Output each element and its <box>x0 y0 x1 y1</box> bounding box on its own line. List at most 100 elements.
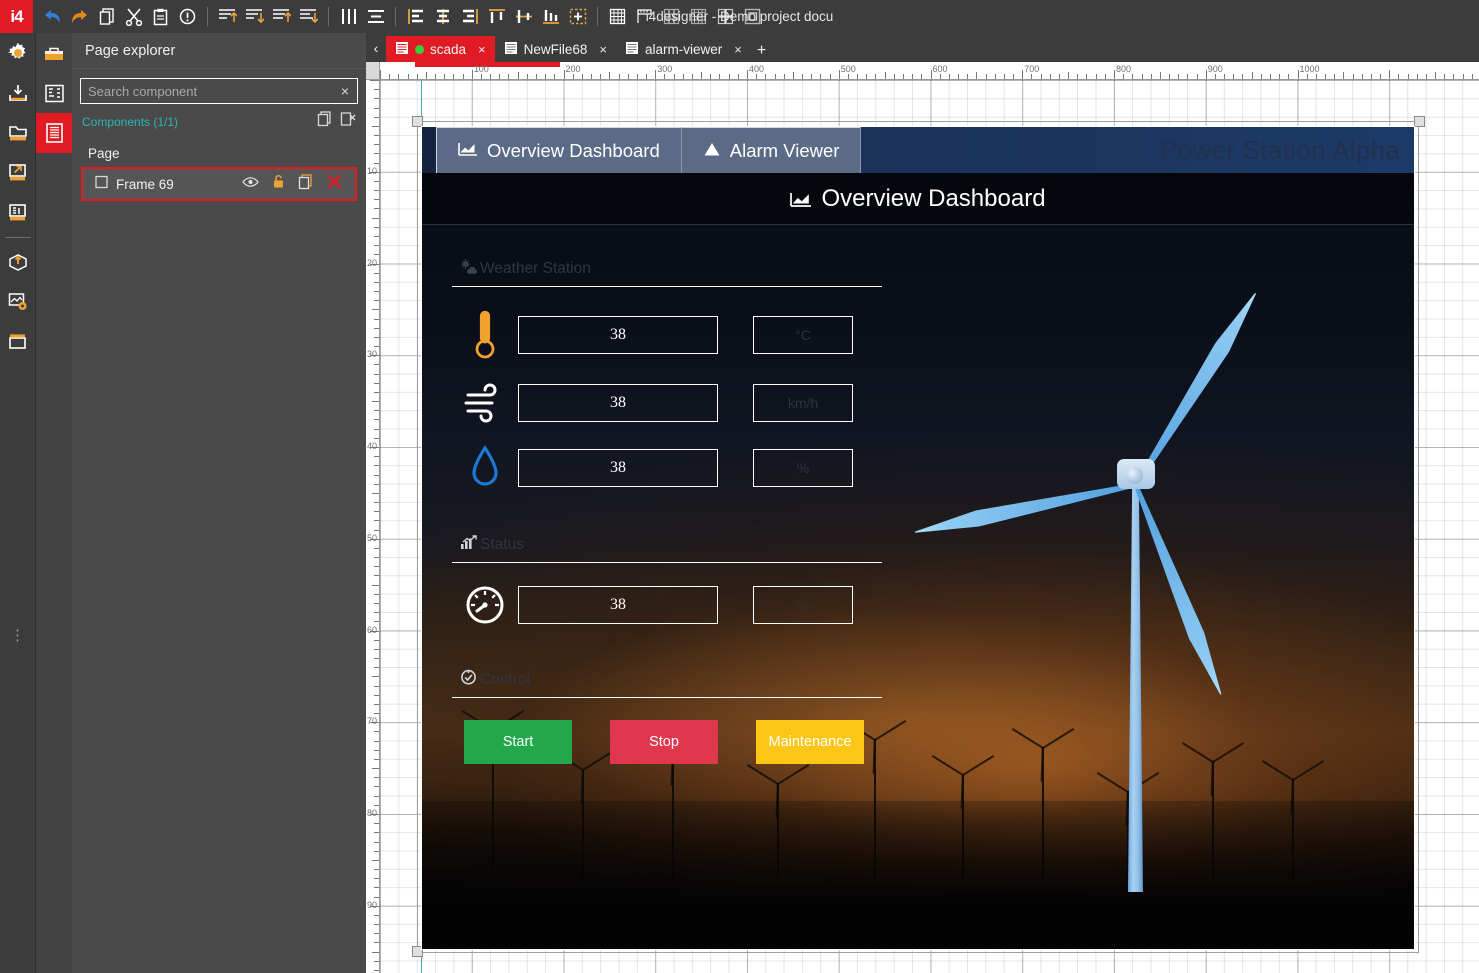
tab-alarm-viewer[interactable]: alarm-viewer × <box>616 36 751 62</box>
ruler-tick <box>563 70 565 79</box>
tab-close-icon[interactable]: × <box>734 42 742 57</box>
align-right-edge-icon[interactable] <box>296 3 321 30</box>
redo-icon[interactable] <box>67 3 92 30</box>
vertical-ruler[interactable]: 10 20 30 40 50 60 70 80 90 <box>366 80 380 973</box>
thermometer-icon <box>452 309 518 361</box>
rail-export[interactable] <box>0 153 36 193</box>
ruler-tick <box>1334 74 1336 79</box>
tab-close-icon[interactable]: × <box>478 42 486 57</box>
lock-icon[interactable] <box>272 174 285 194</box>
hmi-tabbar: Overview Dashboard Alarm Viewer Power St… <box>422 127 1414 173</box>
ruler-tick <box>939 74 941 79</box>
rail-pages[interactable] <box>0 193 36 233</box>
ruler-label: 80 <box>366 808 377 818</box>
stop-button[interactable]: Stop <box>610 720 718 764</box>
resize-handle-tr[interactable] <box>1414 116 1425 127</box>
ruler-icon[interactable] <box>632 3 657 30</box>
distribute-horizontal-icon[interactable] <box>336 3 361 30</box>
hmi-frame[interactable]: Overview Dashboard Alarm Viewer Power St… <box>421 126 1415 950</box>
align-middle-icon[interactable] <box>511 3 536 30</box>
ruler-tick <box>372 309 379 311</box>
clear-search-icon[interactable]: × <box>333 83 357 99</box>
horizontal-ruler[interactable]: 100 200 300 400 500 600 700 800 900 1000 <box>380 62 1479 80</box>
tab-scroll-left[interactable]: ‹ <box>366 33 386 62</box>
info-icon[interactable] <box>175 3 200 30</box>
paste-icon[interactable] <box>148 3 173 30</box>
rail-project[interactable] <box>0 113 36 153</box>
align-bottom-icon[interactable] <box>242 3 267 30</box>
grid-snap-icon[interactable] <box>659 3 684 30</box>
ruler-tick <box>765 74 767 79</box>
tab-newfile68[interactable]: NewFile68 × <box>494 36 616 62</box>
humidity-value[interactable]: 38 <box>518 449 718 487</box>
align-bottom-edge-icon[interactable] <box>538 3 563 30</box>
search-component-field[interactable]: × <box>80 78 358 104</box>
align-right-icon[interactable] <box>457 3 482 30</box>
tab-label: alarm-viewer <box>645 41 723 57</box>
tab-close-icon[interactable]: × <box>599 42 607 57</box>
distribute-vertical-icon[interactable] <box>363 3 388 30</box>
ruler-tick <box>372 125 379 127</box>
ruler-tick <box>374 410 379 412</box>
ruler-tick <box>374 245 379 247</box>
ruler-tick <box>1196 74 1198 79</box>
rail-media[interactable] <box>0 282 36 322</box>
list-item[interactable]: Frame 69 <box>83 169 355 199</box>
ruler-tick <box>453 74 455 79</box>
maintenance-button[interactable]: Maintenance <box>756 720 864 764</box>
rail-toolbox[interactable] <box>36 33 72 73</box>
hmi-tab-alarm-viewer[interactable]: Alarm Viewer <box>681 127 862 173</box>
ruler-tick <box>1095 74 1097 79</box>
group-select-icon[interactable] <box>565 3 590 30</box>
align-top-icon[interactable] <box>215 3 240 30</box>
rail-settings[interactable] <box>0 33 36 73</box>
wind-turbine-graphic <box>986 331 1286 892</box>
design-canvas[interactable]: Overview Dashboard Alarm Viewer Power St… <box>380 80 1479 973</box>
align-center-icon[interactable] <box>430 3 455 30</box>
add-tab-button[interactable]: + <box>751 42 776 62</box>
ruler-tick <box>636 74 638 79</box>
ruler-tick <box>374 786 379 788</box>
ruler-tick <box>374 658 379 660</box>
start-button[interactable]: Start <box>464 720 572 764</box>
copy-icon[interactable] <box>94 3 119 30</box>
section-divider <box>452 286 882 287</box>
temperature-value[interactable]: 38 <box>518 316 718 354</box>
visibility-eye-icon[interactable] <box>242 175 259 193</box>
grid-icon[interactable] <box>605 3 630 30</box>
ruler-tick <box>374 327 379 329</box>
align-left-edge-icon[interactable] <box>269 3 294 30</box>
tab-scada[interactable]: scada × <box>386 36 495 62</box>
align-left-icon[interactable] <box>403 3 428 30</box>
wind-speed-value[interactable]: 38 <box>518 384 718 422</box>
duplicate-icon[interactable] <box>298 173 313 195</box>
ruler-tick <box>374 823 379 825</box>
delete-icon[interactable] <box>326 173 343 195</box>
water-drop-icon <box>452 445 518 491</box>
duplicate-all-icon[interactable] <box>317 111 332 132</box>
rail-publish[interactable] <box>0 242 36 282</box>
rail-page-explorer[interactable] <box>36 113 72 153</box>
ruler-label: 600 <box>932 64 948 74</box>
rail-panel[interactable] <box>0 322 36 362</box>
rail-overflow-dots[interactable]: ⋮ <box>0 628 36 643</box>
ruler-tick <box>1279 74 1281 79</box>
grid-cross-icon[interactable] <box>713 3 738 30</box>
rail-properties[interactable] <box>36 73 72 113</box>
ruler-tick <box>374 428 379 430</box>
fit-screen-icon[interactable] <box>740 3 765 30</box>
search-input[interactable] <box>81 83 333 99</box>
cut-icon[interactable] <box>121 3 146 30</box>
ruler-tick <box>1425 74 1427 79</box>
output-value[interactable]: 38 <box>518 586 718 624</box>
ruler-tick <box>435 74 437 79</box>
ruler-tick <box>866 74 868 79</box>
hmi-tab-overview-dashboard[interactable]: Overview Dashboard <box>436 127 682 173</box>
grid-fine-icon[interactable] <box>686 3 711 30</box>
align-top-edge-icon[interactable] <box>484 3 509 30</box>
delete-all-icon[interactable] <box>340 111 356 132</box>
ruler-tick <box>1288 74 1290 79</box>
rail-import[interactable] <box>0 73 36 113</box>
ruler-tick <box>374 777 379 779</box>
undo-icon[interactable] <box>40 3 65 30</box>
